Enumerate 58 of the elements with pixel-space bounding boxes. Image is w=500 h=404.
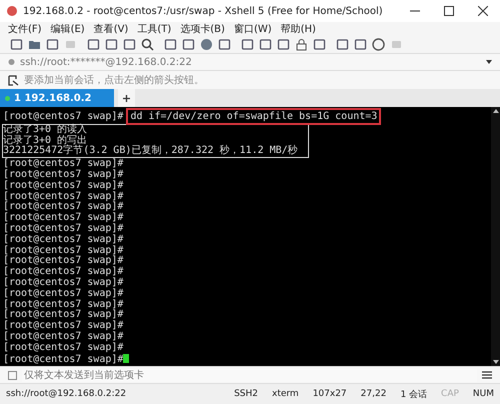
new-tab-button[interactable] [118, 89, 134, 107]
status-item: NUM [472, 389, 494, 399]
folder-icon[interactable] [28, 38, 41, 51]
app-logo-icon [6, 5, 18, 17]
search-icon[interactable] [141, 38, 154, 51]
prompt-text: [root@centos7 swap]# [3, 168, 124, 180]
status-dot-icon [5, 96, 10, 100]
status-item: 27,22 [360, 389, 386, 399]
menu-item[interactable]: 工具(T) [137, 22, 172, 36]
status-item: CAP [441, 389, 459, 399]
compose-icon [8, 370, 17, 380]
menu-item[interactable]: 帮助(H) [280, 22, 316, 36]
prompt-text: [root@centos7 swap]# [3, 276, 124, 288]
menu-item[interactable]: 选项卡(B) [180, 22, 225, 36]
session-tab[interactable]: 1 192.168.0.2 [0, 89, 114, 107]
hint-text: 要添加当前会话，点击左侧的箭头按钮。 [24, 74, 204, 87]
output-line: 记录了3+0 的写出 [3, 136, 88, 146]
prompt-text: [root@centos7 swap]# [3, 244, 124, 256]
globe-icon[interactable] [200, 38, 213, 51]
scrollbar[interactable] [491, 107, 500, 366]
prompt-text: [root@centos7 swap]# [3, 298, 124, 310]
prompt-text: [root@centos7 swap]# [3, 212, 124, 224]
dropdown-icon[interactable] [486, 60, 492, 64]
scroll-up-icon[interactable] [492, 109, 498, 113]
prompt-text: [root@centos7 swap]# [3, 255, 124, 266]
prompt-text: [root@centos7 swap]# [3, 190, 124, 202]
command-text: dd if=/dev/zero of=swapfile bs=1G count=3 [129, 111, 378, 122]
output-line: 3221225472字节(3.2 GB)已复制，287.322 秒，11.2 MB/秒 [3, 146, 298, 158]
maximize-icon[interactable] [444, 6, 454, 16]
menu-item[interactable]: 查看(V) [94, 22, 128, 36]
prompt-text: [root@centos7 swap]# [3, 342, 124, 353]
status-item: xterm [272, 389, 299, 399]
status-item: 107x27 [312, 389, 347, 399]
close-icon[interactable] [478, 6, 488, 16]
menu-item[interactable]: 文件(F) [8, 22, 42, 36]
prompt-text: [root@centos7 swap]# [3, 320, 124, 332]
window-title: 192.168.0.2 - root@centos7:/usr/swap - Xshell 5 (Free for Home/School) [23, 6, 384, 16]
status-item: SSH2 [234, 389, 258, 399]
prompt-text: [root@centos7 swap]# [3, 201, 124, 212]
prompt-text: [root@centos7 swap]# [3, 180, 124, 191]
arrow-icon[interactable] [8, 74, 19, 86]
prompt-text: [root@centos7 swap]# [3, 234, 124, 245]
menu-icon[interactable] [482, 371, 492, 379]
prompt-text: [root@centos7 swap]# [3, 111, 124, 122]
status-address: ssh://root@192.168.0.2:22 [6, 389, 128, 399]
menu-item[interactable]: 窗口(W) [234, 22, 272, 36]
status-item: 1 会话 [400, 388, 428, 400]
prompt-text: [root@centos7 swap]# [3, 266, 124, 278]
prompt-text: [root@centos7 swap]# [3, 330, 124, 342]
prompt-text: [root@centos7 swap]# [3, 354, 124, 365]
scroll-down-icon[interactable] [492, 360, 498, 364]
compose-bar[interactable]: 仅将文本发送到当前选项卡 [0, 366, 500, 383]
prompt-text: [root@centos7 swap]# [3, 309, 124, 320]
prompt-text: [root@centos7 swap]# [3, 158, 124, 170]
menu-item[interactable]: 编辑(E) [50, 22, 85, 36]
prompt-text: [root@centos7 swap]# [3, 222, 124, 234]
help-icon[interactable] [372, 38, 385, 51]
prompt-text: [root@centos7 swap]# [3, 288, 124, 299]
